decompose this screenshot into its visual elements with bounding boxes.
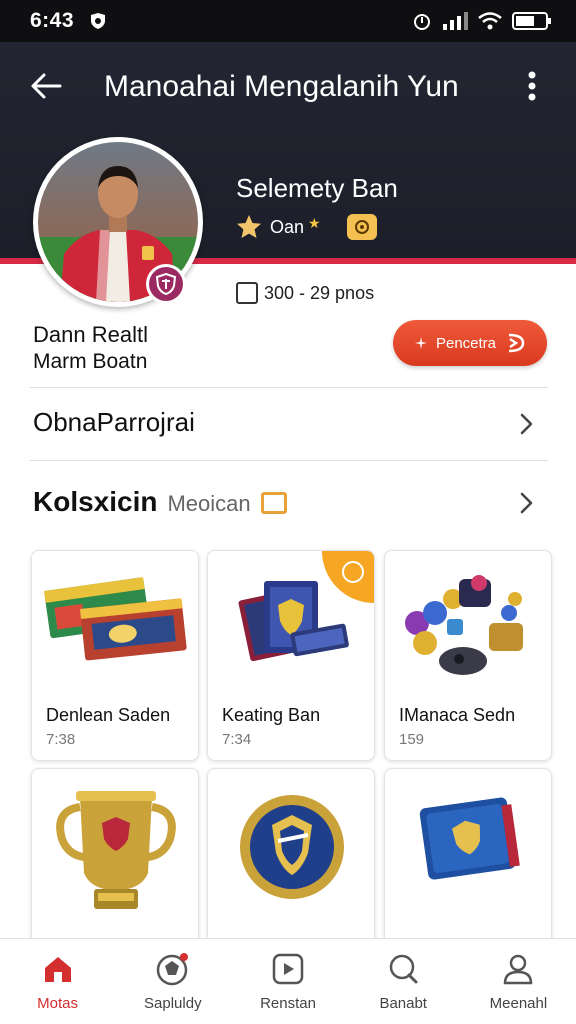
chevron-right-icon[interactable]: [514, 412, 538, 436]
coin-icon: [354, 220, 369, 234]
status-bar: 6:43: [0, 0, 576, 42]
album-image: [419, 797, 520, 880]
collection-card[interactable]: Denlean Saden 7:38: [31, 550, 199, 761]
more-vert-icon: [528, 71, 536, 101]
home-icon: [40, 951, 76, 987]
clock-icon: [342, 561, 364, 583]
nav-label: Meenahl: [489, 995, 548, 1012]
collection-card[interactable]: Keating Ban 7:34: [207, 550, 375, 761]
card-name: Denlean Saden: [46, 705, 171, 725]
play-icon: [270, 951, 306, 987]
divider: [30, 387, 548, 388]
alarm-icon: [414, 14, 430, 30]
collection-subtitle: Meoican: [167, 491, 251, 516]
sports-icon: [155, 951, 191, 987]
profile-stats: Oan ★: [236, 214, 377, 240]
profile-action-label: Pencetra: [435, 334, 497, 352]
shield-icon: [91, 13, 106, 29]
medal-image: [240, 795, 344, 899]
nav-label: Motas: [37, 995, 79, 1012]
collection-title: Kolsxicin: [33, 486, 158, 517]
battery-icon: [512, 12, 551, 30]
nav-item-search[interactable]: Banabt: [346, 939, 461, 1024]
level-label: Oan: [270, 216, 305, 237]
page-title: Manoahai Mengalanih Yun: [104, 70, 459, 103]
forward-icon: [508, 333, 525, 353]
crest-icon: [156, 273, 176, 295]
collection-card[interactable]: IManaca Sedn 159: [384, 550, 552, 761]
card-name: IManaca Sedn: [399, 705, 516, 725]
bottom-nav: Motas Sapluldy Renstan Banabt Meenahl: [0, 938, 576, 1024]
divider: [30, 460, 548, 461]
nav-label: Renstan: [260, 995, 316, 1012]
back-button[interactable]: [26, 66, 66, 106]
card-packs-image: [44, 577, 187, 661]
sparkle-icon: [414, 337, 427, 349]
status-icons: [412, 11, 552, 31]
card-meta: 7:34: [222, 731, 252, 748]
card-meta: 159: [399, 731, 425, 748]
tokens-image: [405, 575, 523, 675]
sparkle-icon: ★: [308, 214, 321, 231]
points-row: 300 - 29 pnos: [236, 282, 374, 304]
status-time: 6:43: [30, 9, 75, 32]
nav-item-home[interactable]: Motas: [0, 939, 115, 1024]
profile-icon: [500, 951, 536, 987]
points-text: 300 - 29 pnos: [264, 282, 375, 303]
menu-row-label[interactable]: ObnaParrojrai: [33, 407, 195, 438]
username-line-2: Marm Boatn: [33, 350, 148, 373]
card-name: Keating Ban: [222, 705, 321, 725]
profile-action-button[interactable]: Pencetra: [393, 320, 547, 366]
more-options-button[interactable]: [518, 68, 546, 104]
chevron-right-icon[interactable]: [514, 491, 538, 515]
nav-item-profile[interactable]: Meenahl: [461, 939, 576, 1024]
level-star-icon: [237, 215, 261, 238]
search-icon: [385, 951, 421, 987]
back-arrow-icon: [31, 73, 62, 99]
nav-item-play[interactable]: Renstan: [230, 939, 345, 1024]
coin-badge: [346, 214, 377, 240]
username-line-1: Dann Realtl: [33, 322, 148, 347]
nav-item-sports[interactable]: Sapluldy: [115, 939, 230, 1024]
profile-name: Selemety Ban: [236, 173, 398, 203]
trophy-image: [56, 791, 176, 909]
nav-label: Sapluldy: [144, 995, 202, 1012]
collection-icon: [260, 492, 287, 514]
nav-label: Banabt: [379, 995, 427, 1012]
card-meta: 7:38: [46, 731, 76, 748]
collection-header[interactable]: Kolsxicin Meoican: [33, 486, 287, 518]
wifi-icon: [478, 12, 502, 30]
club-badge: [146, 264, 186, 304]
signal-icon: [443, 12, 468, 30]
points-checkbox[interactable]: [236, 282, 258, 304]
